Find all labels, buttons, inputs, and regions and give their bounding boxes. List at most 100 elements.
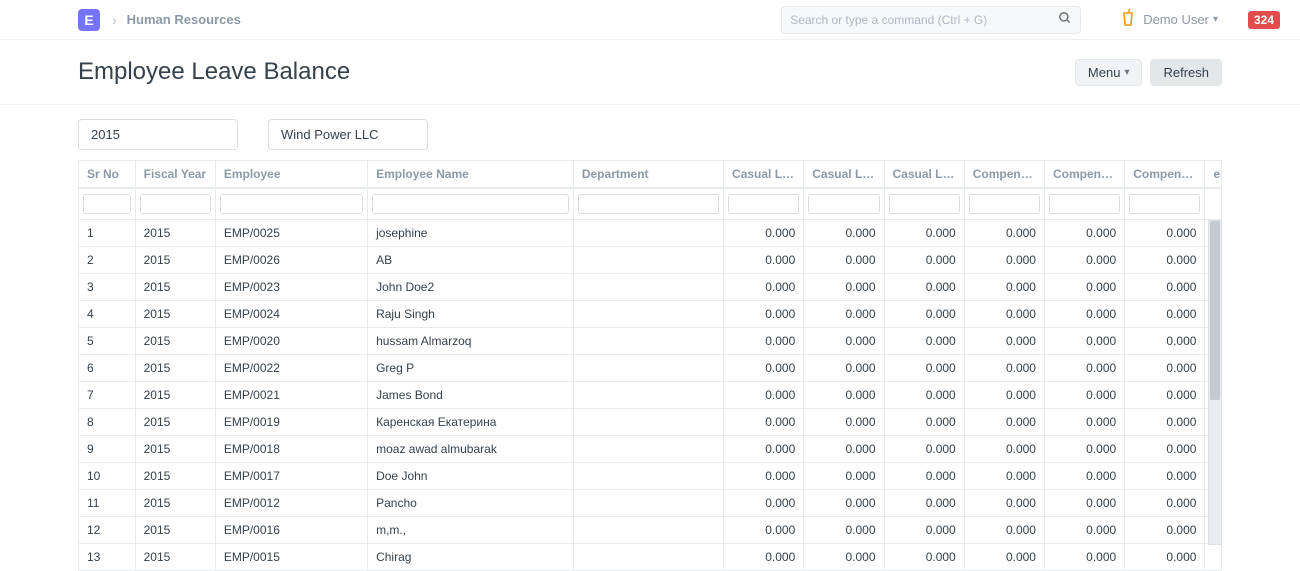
cell-p1: 0.000 [965, 274, 1045, 301]
cell-c3: 0.000 [885, 409, 965, 436]
cell-name: Каренская Екатерина [368, 409, 574, 436]
cell-p3: 0.000 [1125, 301, 1205, 328]
cell-p3: 0.000 [1125, 517, 1205, 544]
table-row[interactable]: 32015EMP/0023John Doe20.0000.0000.0000.0… [78, 274, 1222, 301]
cell-name: James Bond [368, 382, 574, 409]
table-row[interactable]: 12015EMP/0025josephine0.0000.0000.0000.0… [78, 220, 1222, 247]
column-filter-input-emp[interactable] [220, 194, 363, 214]
cell-c1: 0.000 [724, 355, 804, 382]
cell-c3: 0.000 [885, 274, 965, 301]
cell-p2: 0.000 [1045, 463, 1125, 490]
column-header-fy[interactable]: Fiscal Year [136, 160, 216, 188]
cell-dept [574, 247, 724, 274]
cell-name: josephine [368, 220, 574, 247]
user-menu[interactable]: Demo User ▾ [1121, 8, 1218, 31]
table-row[interactable]: 62015EMP/0022Greg P0.0000.0000.0000.0000… [78, 355, 1222, 382]
cell-fy: 2015 [136, 301, 216, 328]
cell-p1: 0.000 [965, 490, 1045, 517]
column-header-c1[interactable]: Casual Le... [724, 160, 804, 188]
cell-sr: 5 [78, 328, 136, 355]
vertical-scrollbar[interactable] [1208, 220, 1222, 545]
column-filter-input-fy[interactable] [140, 194, 211, 214]
column-filter-c2[interactable] [804, 188, 884, 220]
column-filter-input-p2[interactable] [1049, 194, 1120, 214]
table-row[interactable]: 42015EMP/0024Raju Singh0.0000.0000.0000.… [78, 301, 1222, 328]
cell-p3: 0.000 [1125, 247, 1205, 274]
table-row[interactable]: 122015EMP/0016m,m.,0.0000.0000.0000.0000… [78, 517, 1222, 544]
column-filter-p1[interactable] [965, 188, 1045, 220]
column-filter-sr[interactable] [78, 188, 136, 220]
cell-c2: 0.000 [804, 544, 884, 571]
table-row[interactable]: 112015EMP/0012Pancho0.0000.0000.0000.000… [78, 490, 1222, 517]
column-filter-input-sr[interactable] [83, 194, 131, 214]
cell-fy: 2015 [136, 328, 216, 355]
cell-c3: 0.000 [885, 382, 965, 409]
cell-emp: EMP/0020 [216, 328, 368, 355]
column-filter-input-dept[interactable] [578, 194, 719, 214]
cell-c1: 0.000 [724, 436, 804, 463]
company-filter[interactable]: Wind Power LLC [268, 119, 428, 150]
column-filter-c3[interactable] [885, 188, 965, 220]
fiscal-year-filter[interactable]: 2015 [78, 119, 238, 150]
menu-button[interactable]: Menu ▾ [1075, 59, 1143, 86]
cell-sr: 1 [78, 220, 136, 247]
column-filter-input-c1[interactable] [728, 194, 799, 214]
column-filter-dept[interactable] [574, 188, 724, 220]
table-row[interactable]: 102015EMP/0017Doe John0.0000.0000.0000.0… [78, 463, 1222, 490]
breadcrumb[interactable]: Human Resources [127, 12, 241, 27]
cell-sr: 9 [78, 436, 136, 463]
table-row[interactable]: 82015EMP/0019Каренская Екатерина0.0000.0… [78, 409, 1222, 436]
search-icon[interactable] [1058, 11, 1072, 28]
app-logo[interactable]: E [78, 9, 100, 31]
column-filter-input-c3[interactable] [889, 194, 960, 214]
column-header-em[interactable]: em [1205, 160, 1222, 188]
column-header-p3[interactable]: Compensa... [1125, 160, 1205, 188]
column-filter-input-c2[interactable] [808, 194, 879, 214]
cell-p2: 0.000 [1045, 436, 1125, 463]
column-filter-p2[interactable] [1045, 188, 1125, 220]
column-filter-em[interactable] [1205, 188, 1222, 220]
cell-c1: 0.000 [724, 274, 804, 301]
column-filter-name[interactable] [368, 188, 574, 220]
column-filter-p3[interactable] [1125, 188, 1205, 220]
table-row[interactable]: 22015EMP/0026AB0.0000.0000.0000.0000.000… [78, 247, 1222, 274]
cell-fy: 2015 [136, 409, 216, 436]
column-header-sr[interactable]: Sr No [78, 160, 136, 188]
notification-badge[interactable]: 324 [1248, 11, 1280, 29]
column-header-c3[interactable]: Casual Le... [885, 160, 965, 188]
column-filter-input-p1[interactable] [969, 194, 1040, 214]
table-row[interactable]: 132015EMP/0015Chirag0.0000.0000.0000.000… [78, 544, 1222, 571]
scrollbar-thumb[interactable] [1210, 221, 1220, 400]
table-row[interactable]: 52015EMP/0020hussam Almarzoq0.0000.0000.… [78, 328, 1222, 355]
search-box[interactable] [781, 6, 1081, 34]
search-input[interactable] [790, 13, 1058, 27]
cell-p3: 0.000 [1125, 328, 1205, 355]
cell-emp: EMP/0012 [216, 490, 368, 517]
cell-c1: 0.000 [724, 247, 804, 274]
column-filter-input-p3[interactable] [1129, 194, 1200, 214]
cell-dept [574, 409, 724, 436]
column-filter-c1[interactable] [724, 188, 804, 220]
column-header-p2[interactable]: Compensa... [1045, 160, 1125, 188]
cell-name: Pancho [368, 490, 574, 517]
cell-p2: 0.000 [1045, 301, 1125, 328]
refresh-button[interactable]: Refresh [1150, 59, 1222, 86]
cell-c1: 0.000 [724, 463, 804, 490]
cell-c2: 0.000 [804, 247, 884, 274]
cell-c2: 0.000 [804, 355, 884, 382]
column-header-dept[interactable]: Department [574, 160, 724, 188]
column-filter-emp[interactable] [216, 188, 368, 220]
cell-c2: 0.000 [804, 517, 884, 544]
column-filter-input-name[interactable] [372, 194, 569, 214]
cell-c1: 0.000 [724, 409, 804, 436]
table-row[interactable]: 92015EMP/0018moaz awad almubarak0.0000.0… [78, 436, 1222, 463]
column-header-p1[interactable]: Compensa... [965, 160, 1045, 188]
column-header-name[interactable]: Employee Name [368, 160, 574, 188]
cell-emp: EMP/0024 [216, 301, 368, 328]
column-header-emp[interactable]: Employee [216, 160, 368, 188]
cell-c3: 0.000 [885, 301, 965, 328]
column-filter-fy[interactable] [136, 188, 216, 220]
table-row[interactable]: 72015EMP/0021James Bond0.0000.0000.0000.… [78, 382, 1222, 409]
cell-p3: 0.000 [1125, 409, 1205, 436]
column-header-c2[interactable]: Casual Le... [804, 160, 884, 188]
